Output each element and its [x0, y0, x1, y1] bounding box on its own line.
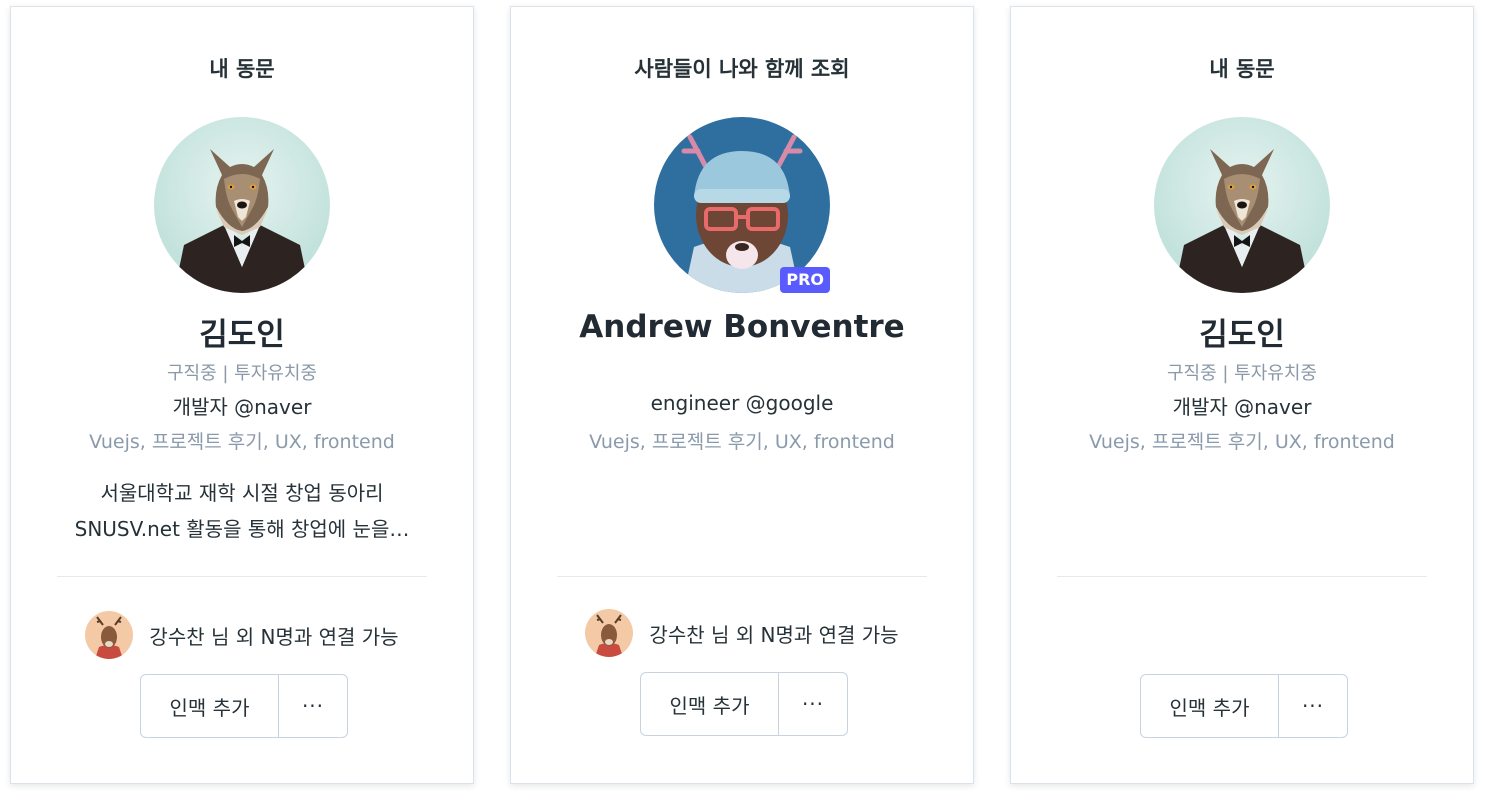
divider	[57, 576, 427, 577]
profile-card-3: 내 동문 김도인 구직중 | 투자유치중 개발자 @naver Vuejs, 프…	[1010, 6, 1474, 784]
action-buttons: 인맥 추가 ···	[640, 672, 848, 736]
avatar[interactable]: PRO	[654, 117, 830, 293]
interest-tags: Vuejs, 프로젝트 후기, UX, frontend	[589, 431, 895, 453]
more-options-button[interactable]: ···	[279, 675, 347, 737]
bio: 서울대학교 재학 시절 창업 동아리 SNUSV.net 활동을 통해 창업에 …	[51, 475, 433, 547]
deer-avatar-icon	[585, 609, 633, 657]
connection-text: 강수찬 님 외 N명과 연결 가능	[649, 622, 899, 647]
bio-line: SNUSV.net 활동을 통해 창업에 눈을…	[74, 517, 410, 541]
profile-name[interactable]: 김도인	[1011, 309, 1473, 354]
job-title: 개발자 @naver	[1172, 395, 1312, 419]
add-connection-button[interactable]: 인맥 추가	[141, 675, 279, 737]
mutual-connection: 강수찬 님 외 N명과 연결 가능	[11, 611, 473, 659]
add-connection-button[interactable]: 인맥 추가	[1141, 675, 1279, 737]
wolf-avatar-icon	[1154, 117, 1330, 293]
connection-text: 강수찬 님 외 N명과 연결 가능	[149, 624, 399, 649]
action-buttons: 인맥 추가 ···	[140, 674, 348, 738]
wolf-avatar-icon	[154, 117, 330, 293]
job-title: 개발자 @naver	[172, 395, 312, 419]
avatar[interactable]	[154, 117, 330, 293]
avatar[interactable]	[1154, 117, 1330, 293]
status-text: 구직중 | 투자유치중	[1167, 363, 1317, 384]
section-title: 내 동문	[209, 57, 275, 81]
action-buttons: 인맥 추가 ···	[1140, 674, 1348, 738]
more-options-button[interactable]: ···	[779, 673, 847, 735]
mutual-connection: 강수찬 님 외 N명과 연결 가능	[511, 609, 973, 657]
profile-card-1: 내 동문 김도인 구직중 | 투자유치중 개발자 @naver Vuejs, 프…	[10, 6, 474, 784]
deer-avatar-icon	[85, 611, 133, 659]
interest-tags: Vuejs, 프로젝트 후기, UX, frontend	[89, 431, 395, 453]
section-title: 내 동문	[1209, 57, 1275, 81]
profile-card-2: 사람들이 나와 함께 조회 PRO Andrew Bonventre engin…	[510, 6, 974, 784]
pro-badge: PRO	[780, 267, 830, 293]
bio-line: 서울대학교 재학 시절 창업 동아리	[100, 481, 384, 505]
status-text: 구직중 | 투자유치중	[167, 363, 317, 384]
interest-tags: Vuejs, 프로젝트 후기, UX, frontend	[1089, 431, 1395, 453]
profile-name[interactable]: Andrew Bonventre	[511, 309, 973, 345]
job-title: engineer @google	[650, 391, 834, 415]
section-title: 사람들이 나와 함께 조회	[634, 57, 850, 81]
add-connection-button[interactable]: 인맥 추가	[641, 673, 779, 735]
profile-name[interactable]: 김도인	[11, 309, 473, 354]
divider	[557, 576, 927, 577]
more-options-button[interactable]: ···	[1279, 675, 1347, 737]
divider	[1057, 576, 1427, 577]
